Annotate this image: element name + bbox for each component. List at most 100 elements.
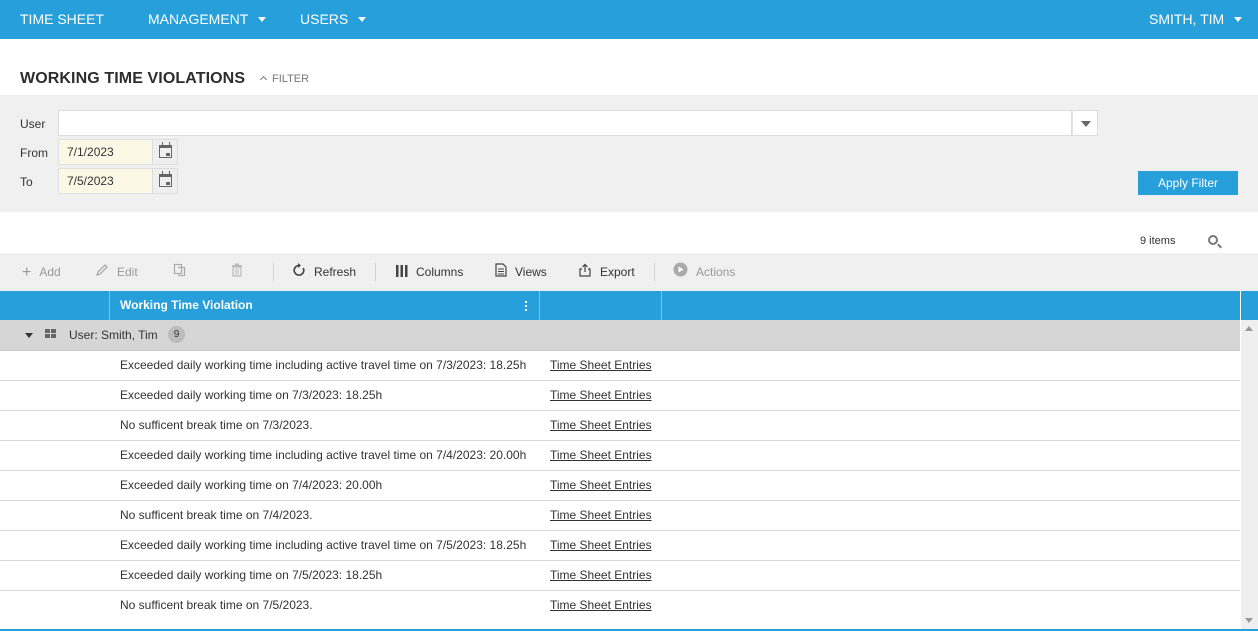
chevron-down-icon xyxy=(358,16,367,22)
table-row[interactable]: Exceeded daily working time on 7/5/2023:… xyxy=(0,561,1240,591)
chevron-down-icon xyxy=(258,16,267,22)
top-navigation-bar: TIME SHEET MANAGEMENT USERS SMITH, TIM xyxy=(0,0,1258,39)
trash-icon xyxy=(231,254,243,292)
actions-button[interactable]: Actions xyxy=(673,253,735,291)
nav-time-sheet-label: TIME SHEET xyxy=(20,11,105,27)
calendar-icon xyxy=(159,142,172,158)
nav-time-sheet[interactable]: TIME SHEET xyxy=(20,0,104,39)
toolbar-separator xyxy=(654,263,655,281)
columns-label: Columns xyxy=(416,265,464,279)
delete-button[interactable] xyxy=(231,253,251,291)
to-date-input[interactable]: 7/5/2023 xyxy=(58,168,153,194)
time-sheet-entries-link[interactable]: Time Sheet Entries xyxy=(550,591,652,620)
nav-management-label: MANAGEMENT xyxy=(148,11,249,27)
actions-label: Actions xyxy=(696,265,736,279)
from-date-picker-button[interactable] xyxy=(152,139,178,165)
nav-users[interactable]: USERS xyxy=(300,0,367,39)
group-row[interactable]: User: Smith, Tim 9 xyxy=(0,320,1240,351)
time-sheet-entries-link[interactable]: Time Sheet Entries xyxy=(550,381,652,410)
calendar-icon xyxy=(159,171,172,187)
user-menu-label: SMITH, TIM xyxy=(1149,11,1225,27)
time-sheet-entries-link[interactable]: Time Sheet Entries xyxy=(550,471,652,500)
edit-button[interactable]: Edit xyxy=(95,253,138,291)
edit-label: Edit xyxy=(117,265,138,279)
document-icon xyxy=(495,254,507,292)
violation-cell: Exceeded daily working time including ac… xyxy=(120,538,527,552)
group-icon xyxy=(45,329,56,339)
add-button[interactable]: + Add xyxy=(22,253,61,291)
chevron-up-icon xyxy=(259,75,268,84)
grid-header: Working Time Violation xyxy=(0,291,1240,320)
grid-rows: Exceeded daily working time including ac… xyxy=(0,351,1240,621)
user-select-input[interactable] xyxy=(58,110,1072,136)
column-menu-icon[interactable] xyxy=(525,301,527,311)
copy-icon xyxy=(173,254,187,292)
grid-toolbar: + Add Edit Refresh Columns Views Export xyxy=(0,253,1258,291)
time-sheet-entries-link[interactable]: Time Sheet Entries xyxy=(550,531,652,560)
violation-cell: Exceeded daily working time on 7/4/2023:… xyxy=(120,478,383,492)
time-sheet-entries-link[interactable]: Time Sheet Entries xyxy=(550,441,652,470)
export-label: Export xyxy=(600,265,635,279)
columns-icon xyxy=(396,254,408,292)
nav-management[interactable]: MANAGEMENT xyxy=(148,0,267,39)
chevron-down-icon xyxy=(1234,16,1243,22)
table-row[interactable]: Exceeded daily working time including ac… xyxy=(0,351,1240,381)
time-sheet-entries-link[interactable]: Time Sheet Entries xyxy=(550,561,652,590)
search-icon-handle xyxy=(1217,243,1222,249)
toolbar-separator xyxy=(273,263,274,281)
grid-bottom-border xyxy=(0,629,1258,631)
toolbar-separator xyxy=(375,263,376,281)
views-button[interactable]: Views xyxy=(495,253,547,291)
table-row[interactable]: Exceeded daily working time including ac… xyxy=(0,441,1240,471)
add-label: Add xyxy=(39,265,61,279)
refresh-button[interactable]: Refresh xyxy=(292,253,356,291)
scroll-down-arrow-icon[interactable] xyxy=(1245,618,1253,623)
time-sheet-entries-link[interactable]: Time Sheet Entries xyxy=(550,411,652,440)
filter-toggle[interactable]: FILTER xyxy=(259,73,309,85)
user-menu[interactable]: SMITH, TIM xyxy=(1149,0,1243,39)
export-button[interactable]: Export xyxy=(578,253,635,291)
refresh-icon xyxy=(292,254,306,292)
table-row[interactable]: Exceeded daily working time on 7/4/2023:… xyxy=(0,471,1240,501)
table-row[interactable]: No sufficent break time on 7/5/2023. Time… xyxy=(0,591,1240,621)
time-sheet-entries-link[interactable]: Time Sheet Entries xyxy=(550,501,652,530)
violations-grid: Working Time Violation User: Smith, Tim … xyxy=(0,291,1258,634)
table-row[interactable]: No sufficent break time on 7/3/2023. Time… xyxy=(0,411,1240,441)
violation-cell: No sufficent break time on 7/5/2023. xyxy=(120,598,313,612)
time-sheet-entries-link[interactable]: Time Sheet Entries xyxy=(550,351,652,380)
copy-button[interactable] xyxy=(173,253,195,291)
filter-toggle-label: FILTER xyxy=(272,73,310,85)
apply-filter-button[interactable]: Apply Filter xyxy=(1138,171,1238,195)
table-row[interactable]: No sufficent break time on 7/4/2023. Time… xyxy=(0,501,1240,531)
table-row[interactable]: Exceeded daily working time including ac… xyxy=(0,531,1240,561)
group-column-header xyxy=(0,291,110,320)
plus-icon: + xyxy=(22,263,32,281)
violation-cell: Exceeded daily working time on 7/5/2023:… xyxy=(120,568,383,582)
violation-cell: No sufficent break time on 7/3/2023. xyxy=(120,418,313,432)
grid-search-button[interactable] xyxy=(1207,234,1223,250)
violation-cell: Exceeded daily working time including ac… xyxy=(120,358,527,372)
caret-down-icon xyxy=(1081,121,1091,127)
vertical-scrollbar[interactable] xyxy=(1241,320,1258,629)
play-circle-icon xyxy=(673,254,688,292)
filter-panel: User From 7/1/2023 To 7/5/2023 Apply Fil… xyxy=(0,95,1258,212)
table-row[interactable]: Exceeded daily working time on 7/3/2023:… xyxy=(0,381,1240,411)
from-label: From xyxy=(20,146,48,160)
from-date-input[interactable]: 7/1/2023 xyxy=(58,139,153,165)
refresh-label: Refresh xyxy=(314,265,357,279)
to-date-picker-button[interactable] xyxy=(152,168,178,194)
group-label: User: Smith, Tim xyxy=(69,328,158,342)
column-header-link[interactable] xyxy=(540,291,662,320)
scrollbar-header-corner xyxy=(1241,291,1258,320)
export-icon xyxy=(578,254,592,292)
violation-cell: No sufficent break time on 7/4/2023. xyxy=(120,508,313,522)
user-label: User xyxy=(20,117,46,131)
to-label: To xyxy=(20,175,33,189)
user-dropdown-button[interactable] xyxy=(1072,110,1098,136)
scroll-up-arrow-icon[interactable] xyxy=(1245,326,1253,331)
column-header-violation-label: Working Time Violation xyxy=(120,298,253,312)
column-header-violation[interactable]: Working Time Violation xyxy=(110,291,540,320)
collapse-caret-icon[interactable] xyxy=(25,333,33,338)
columns-button[interactable]: Columns xyxy=(396,253,463,291)
violation-cell: Exceeded daily working time including ac… xyxy=(120,448,527,462)
